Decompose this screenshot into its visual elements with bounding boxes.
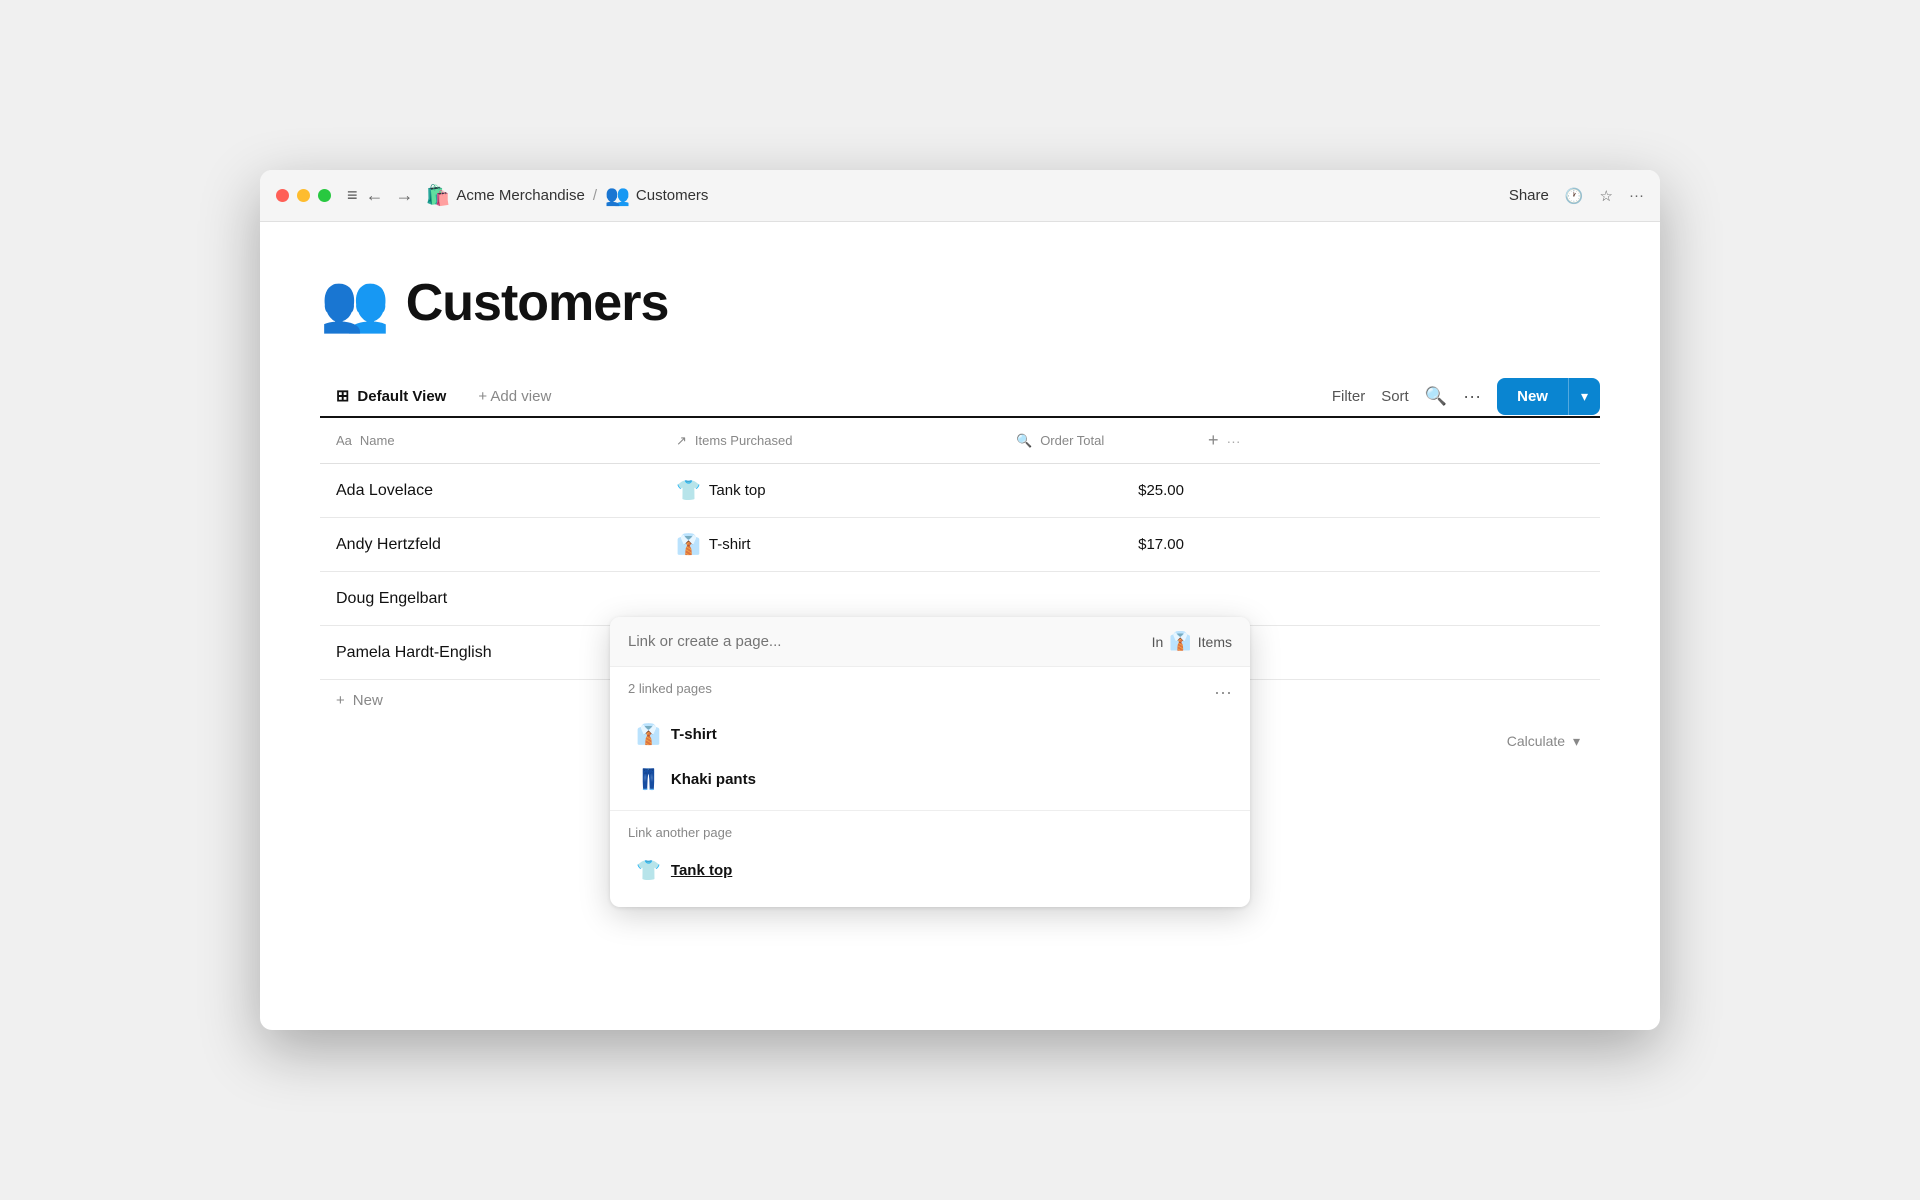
cell-name-pamela: Pamela Hardt-English (320, 630, 660, 676)
linked-pages-header: 2 linked pages ··· (628, 681, 1232, 704)
history-icon[interactable]: 🕐 (1565, 187, 1584, 205)
suggestion-item-tanktop[interactable]: 👕 Tank top (628, 848, 1232, 893)
breadcrumb-separator: / (593, 187, 597, 204)
cell-name-ada: Ada Lovelace (320, 468, 660, 514)
in-item-emoji: 👔 (1169, 631, 1191, 652)
table-row[interactable]: Andy Hertzfeld 👔 T-shirt $17.00 (320, 518, 1600, 572)
new-button-group: New ▾ (1497, 378, 1600, 415)
close-button[interactable] (276, 189, 289, 202)
default-view-tab[interactable]: ⊞ Default View (320, 376, 462, 418)
order-col-label: Order Total (1040, 433, 1104, 448)
linked-pages-more[interactable]: ··· (1214, 682, 1232, 703)
link-popup: In 👔 Items 2 linked pages ··· 👔 T-shirt … (610, 617, 1250, 907)
app-window: ≡ ← → 🛍️ Acme Merchandise / 👥 Customers … (260, 170, 1660, 1030)
col-header-add[interactable]: + ··· (1200, 418, 1250, 463)
order-col-icon: 🔍 (1016, 433, 1032, 449)
table-row[interactable]: Ada Lovelace 👕 Tank top $25.00 (320, 464, 1600, 518)
link-another-text: Link another page (628, 825, 732, 840)
table-header: Aa Name ↗ Items Purchased 🔍 Order Total … (320, 418, 1600, 464)
minimize-button[interactable] (297, 189, 310, 202)
name-col-label: Name (360, 433, 395, 448)
in-label-text: In (1152, 634, 1164, 650)
cell-items-ada: 👕 Tank top (660, 464, 1000, 517)
add-col-icon[interactable]: + (1208, 430, 1219, 451)
calculate-label: Calculate (1507, 733, 1565, 749)
item-label-andy: T-shirt (709, 536, 751, 553)
add-view-label: + Add view (478, 388, 551, 405)
tshirt-emoji: 👔 (636, 722, 661, 747)
khaki-emoji: 👖 (636, 767, 661, 792)
page-header: 👥 Customers (320, 270, 1600, 336)
tanktop-suggestion-label: Tank top (671, 862, 732, 879)
sort-button[interactable]: Sort (1381, 388, 1409, 405)
cell-order-andy: $17.00 (1000, 522, 1200, 567)
cell-order-ada: $25.00 (1000, 468, 1200, 513)
plus-icon: + (336, 692, 345, 709)
tshirt-label: T-shirt (671, 726, 717, 743)
new-button-dropdown[interactable]: ▾ (1568, 378, 1600, 415)
cell-items-andy: 👔 T-shirt (660, 518, 1000, 571)
titlebar: ≡ ← → 🛍️ Acme Merchandise / 👥 Customers … (260, 170, 1660, 222)
breadcrumb-app[interactable]: 🛍️ Acme Merchandise (426, 183, 585, 208)
titlebar-actions: Share 🕐 ☆ ··· (1509, 187, 1644, 205)
col-header-order: 🔍 Order Total (1000, 421, 1200, 461)
linked-pages-section: 2 linked pages ··· 👔 T-shirt 👖 Khaki pan… (610, 667, 1250, 806)
link-another-label: Link another page (610, 815, 1250, 844)
col-header-items: ↗ Items Purchased (660, 421, 1000, 461)
item-label-ada: Tank top (709, 482, 766, 499)
bookmark-icon[interactable]: ☆ (1600, 187, 1613, 205)
cell-name-andy: Andy Hertzfeld (320, 522, 660, 568)
items-col-icon: ↗ (676, 433, 687, 449)
linked-page-item-khaki[interactable]: 👖 Khaki pants (628, 757, 1232, 802)
cell-items-doug (660, 585, 1000, 613)
khaki-label: Khaki pants (671, 771, 756, 788)
table-icon: ⊞ (336, 386, 349, 406)
linked-page-item-tshirt[interactable]: 👔 T-shirt (628, 712, 1232, 757)
view-tab-label: Default View (357, 388, 446, 405)
cell-order-doug (1000, 585, 1200, 613)
item-emoji-ada: 👕 (676, 478, 701, 503)
calculate-chevron: ▾ (1573, 733, 1580, 749)
maximize-button[interactable] (318, 189, 331, 202)
page-emoji: 👥 (320, 270, 390, 336)
in-item-text: Items (1198, 634, 1232, 650)
hamburger-icon[interactable]: ≡ (347, 185, 358, 206)
add-view-button[interactable]: + Add view (462, 378, 567, 415)
dropdown-divider (610, 810, 1250, 811)
cell-name-doug: Doug Engelbart (320, 576, 660, 622)
col-more-icon[interactable]: ··· (1227, 433, 1241, 449)
nav-buttons: ← → (366, 185, 414, 206)
breadcrumb-page[interactable]: 👥 Customers (605, 183, 708, 208)
col-header-name: Aa Name (320, 421, 660, 460)
page-title: Customers (406, 273, 669, 333)
page-emoji-small: 👥 (605, 183, 630, 208)
traffic-lights (276, 189, 331, 202)
search-button[interactable]: 🔍 (1425, 386, 1447, 407)
link-search-input[interactable] (628, 633, 1152, 650)
back-button[interactable]: ← (366, 185, 384, 206)
app-emoji: 🛍️ (426, 183, 451, 208)
dropdown-suggestion: 👕 Tank top (610, 844, 1250, 907)
breadcrumb: 🛍️ Acme Merchandise / 👥 Customers (426, 183, 1509, 208)
toolbar-more-button[interactable]: ··· (1463, 386, 1481, 407)
content-area: 👥 Customers ⊞ Default View + Add view Fi… (260, 222, 1660, 1030)
share-button[interactable]: Share (1509, 187, 1549, 204)
page-name-breadcrumb: Customers (636, 187, 709, 204)
toolbar-right: Filter Sort 🔍 ··· New ▾ (1332, 378, 1600, 415)
item-emoji-andy: 👔 (676, 532, 701, 557)
linked-pages-title: 2 linked pages (628, 681, 712, 696)
more-options-icon[interactable]: ··· (1629, 187, 1644, 204)
filter-button[interactable]: Filter (1332, 388, 1365, 405)
dropdown-in-label: In 👔 Items (1152, 631, 1232, 652)
forward-button[interactable]: → (396, 185, 414, 206)
tanktop-suggestion-emoji: 👕 (636, 858, 661, 883)
new-button[interactable]: New (1497, 378, 1568, 415)
name-col-icon: Aa (336, 433, 352, 448)
new-row-label: New (353, 692, 383, 709)
items-col-label: Items Purchased (695, 433, 793, 448)
app-name: Acme Merchandise (456, 187, 584, 204)
view-toolbar: ⊞ Default View + Add view Filter Sort 🔍 … (320, 376, 1600, 418)
dropdown-search-row: In 👔 Items (610, 617, 1250, 667)
